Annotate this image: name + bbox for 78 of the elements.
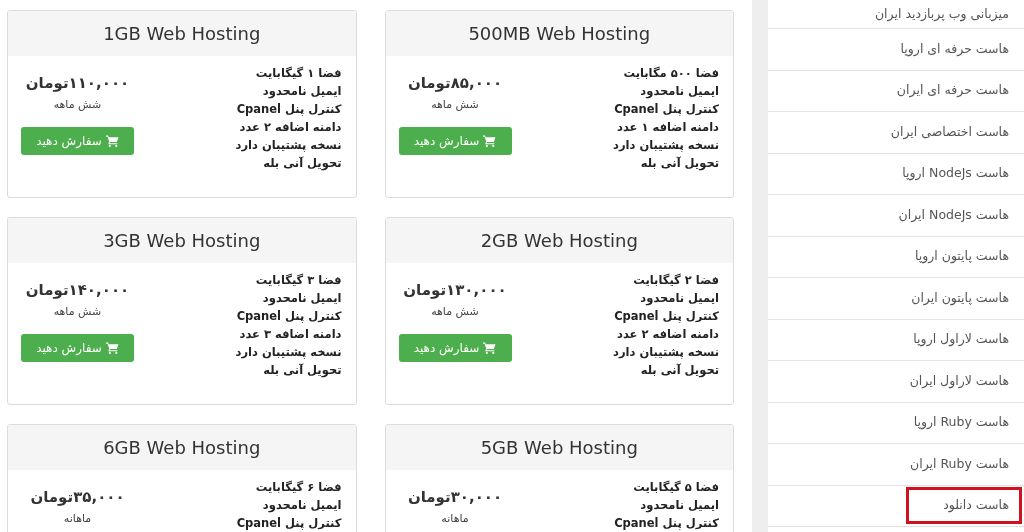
- feature-text: ایمیل نامحدود: [640, 497, 719, 514]
- item-label: هاست اختصاصی ایران: [889, 122, 1010, 142]
- item-label: هاست پایتون اروپا: [913, 247, 1010, 266]
- feature-text: دامنه اضافه ۱ عدد: [617, 119, 719, 136]
- item-label: هاست حرفه ای اروپا: [899, 39, 1010, 59]
- plan-price: ۳۵,۰۰۰تومان: [30, 487, 125, 508]
- item-label: هاست NodeJs ایران: [897, 205, 1010, 224]
- plan-title: 2GB Web Hosting: [480, 229, 638, 253]
- feature-text: کنترل پنل Cpanel: [236, 515, 342, 532]
- plan-title: 3GB Web Hosting: [103, 229, 261, 253]
- feature-text: کنترل پنل Cpanel: [236, 308, 342, 325]
- plan-period: شش ماهه: [431, 96, 479, 113]
- plan-period: ماهانه: [63, 510, 92, 527]
- plan-title: 500MB Web Hosting: [468, 22, 651, 46]
- feature-text: تحویل آنی بله: [640, 362, 719, 379]
- item-label: هاست لاراول ایران: [908, 371, 1010, 391]
- item-label: هاست NodeJs اروپا: [901, 164, 1010, 183]
- feature-text: فضا ۱ گیگابایت: [255, 65, 342, 82]
- plan-period: شش ماهه: [431, 303, 479, 320]
- plan-title: 6GB Web Hosting: [103, 436, 261, 460]
- plan-price: ۱۱۰,۰۰۰تومان: [25, 73, 130, 94]
- sidebar-item[interactable]: میزبانی وب پربازدید ایران: [768, 0, 1024, 29]
- plan-title: 5GB Web Hosting: [480, 436, 638, 460]
- feature-text: دامنه اضافه ۲ عدد: [617, 326, 719, 343]
- feature-text: نسخه پشتیبان دارد: [613, 137, 719, 154]
- sidebar-item[interactable]: هاست پایتون اروپا: [768, 236, 1024, 278]
- cart-icon: [105, 135, 119, 147]
- sidebar-item[interactable]: هاست NodeJs ایران: [768, 195, 1024, 237]
- feature-text: تحویل آنی بله: [263, 155, 342, 172]
- plan-period: شش ماهه: [53, 303, 102, 320]
- feature-text: دامنه اضافه ۲ عدد: [239, 119, 342, 136]
- item-label: هاست حرفه ای ایران: [895, 81, 1010, 100]
- feature-text: فضا ۳ گیگابایت: [255, 272, 342, 289]
- feature-text: دامنه اضافه ۳ عدد: [239, 326, 342, 343]
- item-label: میزبانی وب پربازدید ایران: [873, 4, 1010, 24]
- plan-price: ۳۰,۰۰۰تومان: [407, 487, 503, 508]
- feature-text: ایمیل نامحدود: [262, 83, 342, 100]
- feature-text: فضا ۵۰۰ مگابایت: [623, 65, 719, 82]
- item-label: هاست لاراول اروپا: [912, 330, 1010, 349]
- plan-period: شش ماهه: [53, 96, 102, 113]
- feature-text: کنترل پنل Cpanel: [614, 101, 719, 118]
- plan-title: 1GB Web Hosting: [103, 22, 261, 46]
- feature-text: فضا ۵ گیگابایت: [633, 479, 719, 496]
- feature-text: ایمیل نامحدود: [262, 290, 342, 307]
- feature-text: ایمیل نامحدود: [640, 83, 719, 100]
- sidebar-item[interactable]: هاست لاراول اروپا: [768, 319, 1024, 361]
- feature-text: ایمیل نامحدود: [640, 290, 719, 307]
- item-label: هاست Ruby اروپا: [912, 413, 1010, 432]
- item-label: هاست پایتون ایران: [910, 288, 1010, 308]
- feature-text: نسخه پشتیبان دارد: [235, 344, 342, 361]
- sidebar-item[interactable]: هاست اختصاصی ایران: [768, 112, 1024, 154]
- plan-price: ۸۵,۰۰۰تومان: [407, 73, 503, 94]
- feature-text: فضا ۲ گیگابایت: [633, 272, 719, 289]
- sidebar-item[interactable]: هاست Ruby اروپا: [768, 402, 1024, 444]
- sidebar-item[interactable]: هاست دانلود: [768, 485, 1024, 527]
- feature-text: ایمیل نامحدود: [262, 497, 342, 514]
- cart-icon: [483, 342, 497, 354]
- sidebar-item[interactable]: هاست NodeJs اروپا: [768, 153, 1024, 195]
- sidebar-item[interactable]: هاست حرفه ای ایران: [768, 70, 1024, 112]
- item-label: هاست Ruby ایران: [909, 454, 1010, 474]
- plan-price: ۱۳۰,۰۰۰تومان: [403, 280, 507, 301]
- sidebar-item[interactable]: هاست حرفه ای اروپا: [768, 29, 1024, 71]
- item-label: هاست دانلود: [906, 487, 1022, 525]
- plan-period: ماهانه: [441, 510, 469, 527]
- sidebar-item[interactable]: هاست لاراول ایران: [768, 361, 1024, 403]
- feature-text: تحویل آنی بله: [263, 362, 342, 379]
- cart-icon: [483, 135, 497, 147]
- cart-icon: [105, 342, 119, 354]
- feature-text: فضا ۶ گیگابایت: [255, 479, 342, 496]
- sidebar-item[interactable]: هاست Ruby ایران: [768, 444, 1024, 486]
- sidebar-item[interactable]: هاست پایتون ایران: [768, 278, 1024, 320]
- feature-text: کنترل پنل Cpanel: [614, 515, 719, 532]
- plan-price: ۱۴۰,۰۰۰تومان: [25, 280, 130, 301]
- feature-text: تحویل آنی بله: [640, 155, 719, 172]
- feature-text: کنترل پنل Cpanel: [614, 308, 719, 325]
- feature-text: نسخه پشتیبان دارد: [613, 344, 719, 361]
- feature-text: کنترل پنل Cpanel: [236, 101, 342, 118]
- feature-text: نسخه پشتیبان دارد: [235, 137, 342, 154]
